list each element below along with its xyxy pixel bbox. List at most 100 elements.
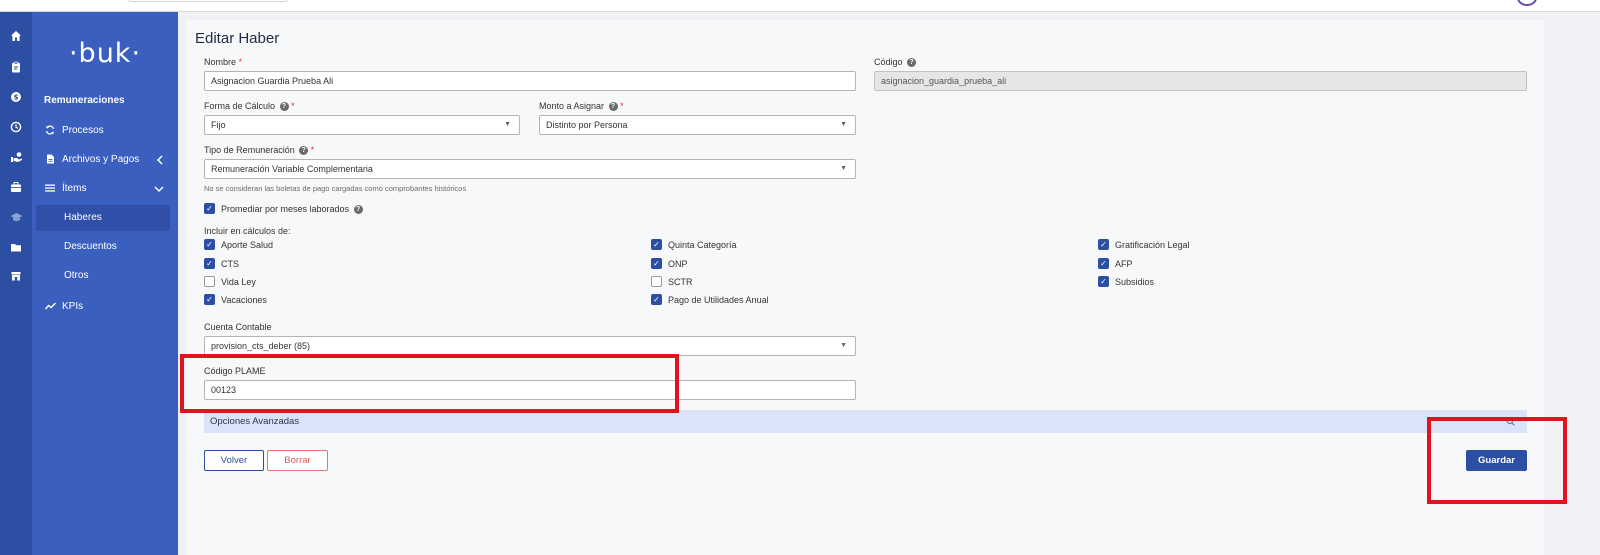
search-icon	[1506, 410, 1515, 433]
file-icon	[44, 147, 56, 173]
sidebar-item-label: Archivos y Pagos	[62, 154, 140, 165]
codigo-label-text: Código	[874, 57, 903, 67]
forma-calculo-label-text: Forma de Cálculo	[204, 101, 276, 111]
forma-calculo-label: Forma de Cálculo ? *	[204, 101, 295, 112]
tipo-remuneracion-value: Remuneración Variable Complementaria	[211, 164, 373, 174]
caret-down-icon: ▼	[840, 165, 847, 172]
sidebar-item-procesos[interactable]: Procesos	[32, 118, 178, 144]
checkbox-box[interactable]: ✓	[204, 294, 215, 305]
help-icon[interactable]: ?	[608, 102, 618, 112]
store-icon[interactable]	[8, 270, 24, 286]
opciones-avanzadas-toggle[interactable]: Opciones Avanzadas	[204, 410, 1527, 433]
hand-money-icon[interactable]	[8, 151, 24, 167]
codigo-plame-label: Código PLAME	[204, 366, 266, 376]
monto-asignar-label: Monto a Asignar ? *	[539, 101, 624, 112]
folder-icon[interactable]	[8, 241, 24, 257]
top-bar	[0, 0, 1600, 12]
required-asterisk: *	[291, 101, 295, 111]
cuenta-contable-select[interactable]: provision_cts_deber (85) ▼	[204, 336, 856, 356]
checkbox-label: Pago de Utilidades Anual	[668, 295, 769, 305]
codigo-label: Código ?	[874, 57, 917, 68]
nombre-label: Nombre *	[204, 57, 242, 67]
page-title: Editar Haber	[195, 30, 280, 47]
list-icon	[44, 176, 56, 202]
sidebar-item-label: Procesos	[62, 125, 104, 136]
checkbox-label: CTS	[221, 259, 239, 269]
checkbox-box[interactable]: ✓	[651, 258, 662, 269]
checkbox-box[interactable]	[204, 276, 215, 287]
checkbox-label: AFP	[1115, 259, 1133, 269]
tipo-remuneracion-hint: No se consideran las boletas de pago car…	[204, 184, 467, 193]
checkbox-box[interactable]	[651, 276, 662, 287]
caret-down-icon: ▼	[840, 342, 847, 349]
cuenta-contable-value: provision_cts_deber (85)	[211, 341, 311, 351]
required-asterisk: *	[620, 101, 624, 111]
nombre-input[interactable]: Asignacion Guardia Prueba Ali	[204, 71, 856, 91]
checkbox-box[interactable]: ✓	[204, 239, 215, 250]
borrar-button[interactable]: Borrar	[267, 450, 328, 471]
svg-text:$: $	[14, 94, 19, 102]
checkbox-box[interactable]: ✓	[1098, 239, 1109, 250]
promediar-label-text: Promediar por meses laborados	[221, 204, 350, 214]
checkbox-box[interactable]: ✓	[1098, 258, 1109, 269]
monto-asignar-value: Distinto por Persona	[546, 120, 628, 130]
top-search-input[interactable]	[128, 0, 288, 2]
checkbox-box[interactable]: ✓	[651, 294, 662, 305]
home-icon[interactable]	[8, 30, 24, 46]
promediar-label: Promediar por meses laborados ?	[221, 203, 363, 215]
icon-rail: $	[0, 12, 34, 555]
incluir-calculos-label: Incluir en cálculos de:	[204, 226, 291, 236]
checkbox-label: SCTR	[668, 277, 693, 287]
checkbox-box[interactable]: ✓	[204, 203, 215, 214]
volver-button[interactable]: Volver	[204, 450, 264, 471]
sidebar-subitem-otros[interactable]: Otros	[36, 263, 170, 289]
caret-down-icon: ▼	[504, 121, 511, 128]
trend-line-icon	[44, 294, 56, 320]
buk-logo: ·buk·	[68, 38, 142, 69]
user-avatar[interactable]	[1517, 0, 1537, 6]
sidebar-item-items[interactable]: Ítems	[32, 176, 178, 202]
coin-icon[interactable]: $	[8, 85, 34, 113]
checkbox-label: Aporte Salud	[221, 240, 274, 250]
sidebar-section-title: Remuneraciones	[44, 95, 125, 106]
briefcase-icon[interactable]	[8, 181, 24, 197]
monto-asignar-select[interactable]: Distinto por Persona ▼	[539, 115, 856, 135]
guardar-button[interactable]: Guardar	[1466, 450, 1527, 471]
clock-icon[interactable]	[8, 121, 24, 137]
sidebar-item-label: KPIs	[62, 301, 84, 312]
graduation-cap-icon[interactable]	[8, 211, 24, 227]
sidebar-subitem-descuentos[interactable]: Descuentos	[36, 234, 170, 260]
sidebar-item-label: Ítems	[62, 183, 87, 194]
help-icon[interactable]: ?	[353, 205, 363, 215]
checkbox-label: Gratificación Legal	[1115, 240, 1190, 250]
sidebar-item-archivos-pagos[interactable]: Archivos y Pagos	[32, 147, 178, 173]
checkbox-box[interactable]: ✓	[1098, 276, 1109, 287]
chevron-left-icon	[156, 147, 164, 173]
tipo-remuneracion-label: Tipo de Remuneración ? *	[204, 145, 315, 156]
help-icon[interactable]: ?	[299, 146, 309, 156]
checkbox-box[interactable]: ✓	[651, 239, 662, 250]
checkbox-label: Quinta Categoría	[668, 240, 737, 250]
tipo-remuneracion-select[interactable]: Remuneración Variable Complementaria ▼	[204, 159, 856, 179]
codigo-plame-input[interactable]: 00123	[204, 380, 856, 400]
sidebar-item-kpis[interactable]: KPIs	[32, 294, 178, 320]
checkbox-label: Vida Ley	[221, 277, 256, 287]
form-card	[186, 20, 1544, 555]
sidebar-subitem-haberes[interactable]: Haberes	[36, 205, 170, 231]
checkbox-box[interactable]: ✓	[204, 258, 215, 269]
checkbox-label: ONP	[668, 259, 688, 269]
forma-calculo-select[interactable]: Fijo ▼	[204, 115, 520, 135]
refresh-icon	[44, 118, 56, 144]
tipo-remuneracion-label-text: Tipo de Remuneración	[204, 145, 295, 155]
cuenta-contable-label: Cuenta Contable	[204, 322, 272, 332]
help-icon[interactable]: ?	[279, 102, 289, 112]
checkbox-label: Subsidios	[1115, 277, 1155, 287]
required-asterisk: *	[310, 145, 315, 155]
caret-down-icon: ▼	[840, 121, 847, 128]
sidebar: ·buk· Remuneraciones Procesos Archivos y…	[32, 12, 178, 555]
help-icon[interactable]: ?	[907, 58, 917, 68]
chevron-down-icon	[154, 176, 164, 202]
checkbox-label: Vacaciones	[221, 295, 267, 305]
clipboard-icon[interactable]	[8, 61, 24, 77]
nombre-label-text: Nombre	[204, 57, 237, 67]
